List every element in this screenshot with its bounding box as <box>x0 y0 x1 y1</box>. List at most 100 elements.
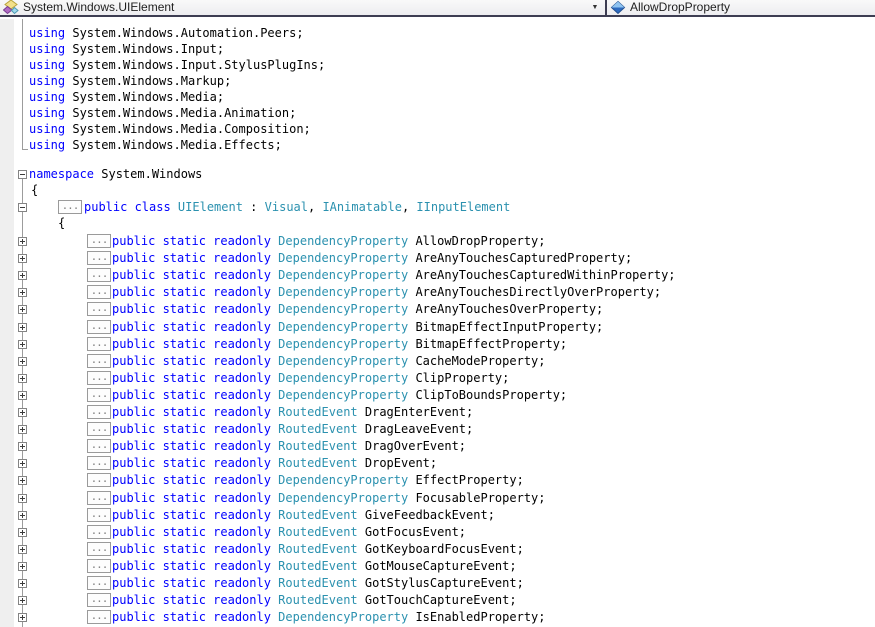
expand-member-doc-toggle[interactable] <box>18 561 27 571</box>
expand-member-doc-toggle[interactable] <box>18 390 27 400</box>
member-declaration-line: public static readonly DependencyPropert… <box>112 337 875 352</box>
namespace-open-brace-line: { <box>31 183 875 198</box>
member-type: RoutedEvent <box>278 439 358 454</box>
chevron-down-icon[interactable]: ▼ <box>589 0 601 15</box>
expand-member-doc-toggle[interactable] <box>18 339 27 349</box>
fold-line <box>22 341 23 347</box>
expand-member-doc-toggle[interactable] <box>18 493 27 503</box>
expand-member-doc-toggle[interactable] <box>18 288 27 298</box>
collapsed-region-indicator[interactable]: ... <box>87 302 111 317</box>
using-directive-line: using System.Windows.Automation.Peers; <box>29 26 875 41</box>
expand-member-doc-toggle[interactable] <box>18 510 27 520</box>
using-directive-line: using System.Windows.Media.Effects; <box>29 138 875 153</box>
member-name: ClipToBoundsProperty; <box>408 387 568 402</box>
outline-line-usings <box>22 19 23 149</box>
member-type: DependencyProperty <box>278 234 409 248</box>
class-open-brace-line: { <box>58 216 875 231</box>
members-dropdown-value: AllowDropProperty <box>630 0 731 14</box>
using-directive-line: using System.Windows.Markup; <box>29 74 875 89</box>
collapsed-region-indicator[interactable]: ... <box>87 353 111 368</box>
collapsed-region-indicator[interactable]: ... <box>87 370 111 385</box>
outline-line-namespace <box>22 179 23 627</box>
member-type: DependencyProperty <box>278 319 409 334</box>
collapsed-region-indicator[interactable]: ... <box>87 524 111 539</box>
collapsed-region-indicator[interactable]: ... <box>87 558 111 573</box>
using-directive-line: using System.Windows.Media; <box>29 90 875 105</box>
expand-member-doc-toggle[interactable] <box>18 476 27 486</box>
member-declaration-line: public static readonly RoutedEvent GotTo… <box>112 593 875 608</box>
code-editor[interactable]: using System.Windows.Automation.Peers; us… <box>0 19 875 627</box>
expand-member-doc-toggle[interactable] <box>18 459 27 469</box>
expand-member-doc-toggle[interactable] <box>18 613 27 623</box>
collapsed-region-indicator[interactable]: ... <box>87 576 111 590</box>
collapsed-region-indicator[interactable]: ... <box>87 268 111 283</box>
member-name: IsEnabledProperty; <box>408 610 546 625</box>
collapsed-region-indicator[interactable]: ... <box>87 456 111 471</box>
member-name: DropEvent; <box>357 456 438 471</box>
member-name: DragEnterEvent; <box>357 405 474 419</box>
member-keywords: public static readonly <box>112 490 279 505</box>
expand-member-doc-toggle[interactable] <box>18 237 27 246</box>
fold-line <box>22 256 23 262</box>
collapsed-region-indicator[interactable]: ... <box>87 285 111 300</box>
collapsed-region-indicator[interactable]: ... <box>87 473 111 488</box>
expand-member-doc-toggle[interactable] <box>18 527 27 537</box>
member-declaration-line: public static readonly RoutedEvent GotMo… <box>112 559 875 574</box>
collapsed-region-indicator[interactable]: ... <box>87 490 111 505</box>
types-dropdown[interactable]: System.Windows.UIElement ▼ <box>0 0 605 15</box>
expand-member-doc-toggle[interactable] <box>18 305 27 315</box>
expand-member-doc-toggle[interactable] <box>18 356 27 366</box>
member-declaration-line: public static readonly DependencyPropert… <box>112 610 875 625</box>
member-type: DependencyProperty <box>278 285 409 300</box>
collapse-namespace-toggle[interactable] <box>18 170 27 179</box>
collapsed-region-indicator[interactable]: ... <box>87 251 111 266</box>
member-keywords: public static readonly <box>112 422 279 437</box>
collapsed-region-indicator[interactable]: ... <box>87 610 111 625</box>
collapsed-region-indicator[interactable]: ... <box>87 439 111 454</box>
expand-member-doc-toggle[interactable] <box>18 579 27 588</box>
class-declaration-line: public class UIElement : Visual, IAnimat… <box>84 200 875 215</box>
expand-member-doc-toggle[interactable] <box>18 544 27 554</box>
expand-member-doc-toggle[interactable] <box>18 271 27 281</box>
member-declaration-line: public static readonly DependencyPropert… <box>112 491 875 506</box>
collapsed-region-indicator[interactable]: ... <box>87 422 111 437</box>
member-declaration-line: public static readonly DependencyPropert… <box>112 320 875 335</box>
fold-line <box>22 461 23 467</box>
expand-member-doc-toggle[interactable] <box>18 408 27 417</box>
fold-line <box>22 427 23 433</box>
collapse-class-toggle[interactable] <box>18 203 27 212</box>
collapsed-region-indicator[interactable]: ... <box>87 319 111 334</box>
collapsed-region-indicator[interactable]: ... <box>87 541 111 556</box>
keyword-using: using <box>29 122 66 136</box>
collapsed-region-indicator[interactable]: ... <box>58 200 82 214</box>
member-name: GotKeyboardFocusEvent; <box>357 541 524 556</box>
field-icon <box>610 0 626 15</box>
expand-member-doc-toggle[interactable] <box>18 596 27 606</box>
fold-line <box>22 563 23 569</box>
member-keywords: public static readonly <box>112 319 279 334</box>
member-declaration-line: public static readonly RoutedEvent GotSt… <box>112 576 875 591</box>
indicator-margin[interactable] <box>0 19 14 627</box>
member-type: DependencyProperty <box>278 353 409 368</box>
expand-member-doc-toggle[interactable] <box>18 425 27 435</box>
collapsed-region-indicator[interactable]: ... <box>87 387 111 402</box>
collapsed-region-indicator[interactable]: ... <box>87 593 111 608</box>
expand-member-doc-toggle[interactable] <box>18 254 27 264</box>
expand-member-doc-toggle[interactable] <box>18 322 27 332</box>
expand-member-doc-toggle[interactable] <box>18 373 27 383</box>
using-namespace-name: System.Windows.Media; <box>65 90 225 104</box>
members-dropdown[interactable]: AllowDropProperty <box>607 0 875 15</box>
collapsed-region-indicator[interactable]: ... <box>87 336 111 351</box>
keyword-using: using <box>29 42 66 56</box>
member-type: RoutedEvent <box>278 593 358 608</box>
collapsed-region-indicator[interactable]: ... <box>87 234 111 248</box>
collapsed-region-indicator[interactable]: ... <box>87 507 111 522</box>
expand-member-doc-toggle[interactable] <box>18 442 27 452</box>
member-name: EffectProperty; <box>408 473 524 488</box>
member-name: FocusableProperty; <box>408 490 546 505</box>
collapsed-region-indicator[interactable]: ... <box>87 405 111 419</box>
member-keywords: public static readonly <box>112 576 279 590</box>
outline-line-usings-end <box>22 149 28 150</box>
member-declaration-line: public static readonly RoutedEvent GiveF… <box>112 508 875 523</box>
member-declaration-line: public static readonly DependencyPropert… <box>112 251 875 266</box>
